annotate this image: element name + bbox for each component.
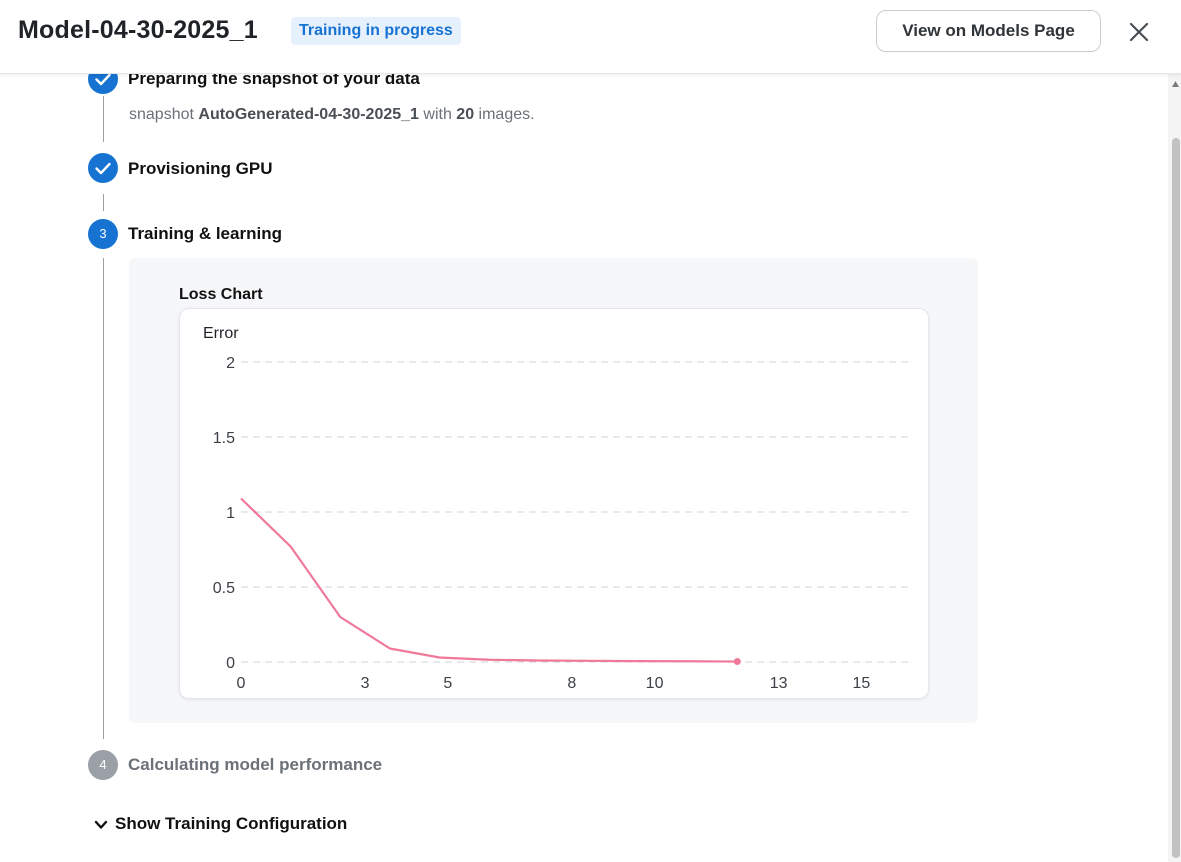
- step-number-4: 4: [88, 750, 118, 780]
- x-tick-label: 0: [237, 675, 246, 692]
- loss-chart: Error 0 0.5 1 1.5 2 0 3 5 8 10 13 15: [203, 325, 911, 692]
- snapshot-description: snapshot AutoGenerated-04-30-2025_1 with…: [129, 106, 535, 124]
- x-tick-label: 13: [770, 675, 788, 692]
- y-tick-label: 0.5: [213, 580, 235, 597]
- x-tick-label: 10: [646, 675, 664, 692]
- x-tick-label: 8: [567, 675, 576, 692]
- y-axis-label: Error: [203, 325, 239, 342]
- step-label-preparing-snapshot: Preparing the snapshot of your data: [128, 74, 420, 88]
- close-icon[interactable]: [1124, 17, 1154, 47]
- loss-series-last-point: [733, 658, 741, 666]
- snapshot-prefix: snapshot: [129, 106, 194, 123]
- y-tick-label: 0: [226, 655, 235, 672]
- view-on-models-page-button[interactable]: View on Models Page: [876, 10, 1101, 52]
- step-label-provisioning-gpu: Provisioning GPU: [128, 159, 273, 178]
- x-tick-label: 5: [443, 675, 452, 692]
- x-tick-label: 3: [361, 675, 370, 692]
- model-title: Model-04-30-2025_1: [18, 16, 258, 44]
- step-label-training-learning: Training & learning: [128, 224, 282, 243]
- y-tick-label: 1: [226, 505, 235, 522]
- step-done-check-icon: [88, 74, 118, 94]
- show-training-configuration-toggle[interactable]: Show Training Configuration: [93, 814, 347, 834]
- scroll-up-arrow-icon[interactable]: [1171, 78, 1180, 88]
- snapshot-with: with: [423, 106, 452, 123]
- training-progress-content: Preparing the snapshot of your data snap…: [0, 74, 1168, 862]
- y-tick-label: 2: [226, 355, 235, 372]
- status-badge: Training in progress: [291, 17, 461, 45]
- loss-chart-card: Error 0 0.5 1 1.5 2 0 3 5 8 10 13 15: [179, 308, 929, 699]
- snapshot-name: AutoGenerated-04-30-2025_1: [198, 106, 419, 123]
- show-training-configuration-label: Show Training Configuration: [115, 814, 348, 833]
- step-done-check-icon: [88, 153, 118, 183]
- y-tick-label: 1.5: [213, 430, 235, 447]
- snapshot-image-count: 20: [456, 106, 475, 123]
- chevron-down-icon: [94, 820, 108, 829]
- step-connector: [103, 96, 104, 142]
- step-connector: [103, 194, 104, 211]
- step-number-3: 3: [88, 219, 118, 249]
- step-connector: [103, 258, 104, 739]
- x-tick-label: 15: [852, 675, 870, 692]
- loss-chart-title: Loss Chart: [179, 286, 263, 303]
- modal-header: Model-04-30-2025_1 Training in progress …: [0, 0, 1181, 74]
- step-label-calculating-performance: Calculating model performance: [128, 755, 383, 774]
- scrollbar-thumb[interactable]: [1172, 138, 1180, 858]
- snapshot-suffix: images.: [478, 106, 535, 123]
- loss-series-line: [240, 497, 738, 663]
